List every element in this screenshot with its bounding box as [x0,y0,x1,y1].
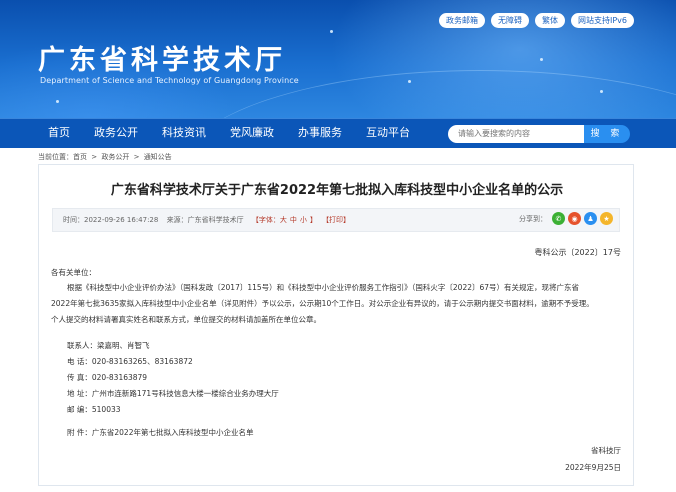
greeting: 各有关单位： [51,268,96,277]
article-title: 广东省科学技术厅关于广东省2022年第七批拟入库科技型中小企业名单的公示 [110,183,564,198]
font-size-end: 】 [309,216,317,224]
link-gov-mail[interactable]: 政务邮箱 [438,13,485,28]
print-link[interactable]: 【打印】 [322,216,350,224]
contact-phone: 电 话：020-83163265、83163872 [67,357,193,366]
font-size-large[interactable]: 大 [280,216,287,224]
contact-postcode: 邮 编：510033 [67,405,121,414]
breadcrumb-notices[interactable]: 通知公告 [144,153,172,161]
qq-icon[interactable]: ♟ [584,212,597,225]
publish-time: 时间：2022-09-26 16:47:28 [63,216,159,224]
nav-item-gov-affairs[interactable]: 政务公开 [94,119,138,147]
search-input[interactable] [448,125,584,143]
publish-date: 2022年9月25日 [565,463,621,472]
site-logo-subtitle: Department of Science and Technology of … [40,76,299,85]
site-header: 广东省科学技术厅 Department of Science and Techn… [0,0,676,118]
font-size-small[interactable]: 小 [300,216,307,224]
paragraph-line: 根据《科技型中小企业评价办法》（国科发政〔2017〕115号）和《科技型中小企业… [67,283,580,292]
nav-item-services[interactable]: 办事服务 [298,119,342,147]
weibo-icon[interactable]: ◉ [568,212,581,225]
favorite-icon[interactable]: ★ [600,212,613,225]
nav-item-integrity[interactable]: 党风廉政 [230,119,274,147]
breadcrumb: 当前位置：首页 > 政务公开 > 通知公告 [38,152,174,162]
attachment-link[interactable]: 附 件：广东省2022年第七批拟入库科技型中小企业名单 [67,427,253,438]
article-source: 来源：广东省科学技术厅 [166,216,244,224]
breadcrumb-gov-affairs[interactable]: 政务公开 [101,153,129,161]
link-traditional-chinese[interactable]: 繁体 [534,13,565,28]
nav-item-home[interactable]: 首页 [48,119,70,147]
paragraph-line: 2022年第七批3635家拟入库科技型中小企业名单（详见附件）予以公示，公示期1… [51,299,594,308]
breadcrumb-separator: > [133,153,140,161]
contact-address: 地 址：广州市连新路171号科技信息大楼一楼综合业务办理大厅 [67,389,279,398]
nav-item-sci-news[interactable]: 科技资讯 [162,119,206,147]
font-size-medium[interactable]: 中 [290,216,297,224]
link-ipv6[interactable]: 网站支持IPv6 [570,13,634,28]
top-links: 政务邮箱 无障碍 繁体 网站支持IPv6 [438,13,634,28]
search-button[interactable]: 搜 索 [584,125,630,143]
signature: 省科技厅 [591,446,621,455]
decor-star [540,58,543,61]
contact-fax: 传 真：020-83163879 [67,373,148,382]
article-meta-bar: 时间：2022-09-26 16:47:28 来源：广东省科学技术厅 【字体：大… [52,208,620,232]
breadcrumb-home[interactable]: 当前位置：首页 [38,153,87,161]
decor-star [600,90,603,93]
document-number: 粤科公示〔2022〕17号 [534,248,621,257]
paragraph-line: 个人提交的材料请署真实姓名和联系方式，单位提交的材料请加盖所在单位公章。 [51,315,321,324]
contact-person: 联系人：梁嘉明、肖智飞 [67,341,150,350]
breadcrumb-separator: > [91,153,98,161]
wechat-icon[interactable]: ✆ [552,212,565,225]
nav-item-interaction[interactable]: 互动平台 [366,119,410,147]
decor-star [330,30,333,33]
share-label: 分享到： [519,214,547,223]
decor-star [56,100,59,103]
decor-star [408,80,411,83]
article-container: 广东省科学技术厅关于广东省2022年第七批拟入库科技型中小企业名单的公示 时间：… [38,164,634,486]
font-size-label: 【字体： [251,216,280,224]
site-logo-title[interactable]: 广东省科学技术厅 [38,38,286,77]
link-accessibility[interactable]: 无障碍 [490,13,529,28]
main-nav: 首页 政务公开 科技资讯 党风廉政 办事服务 互动平台 搜 索 [0,118,676,148]
